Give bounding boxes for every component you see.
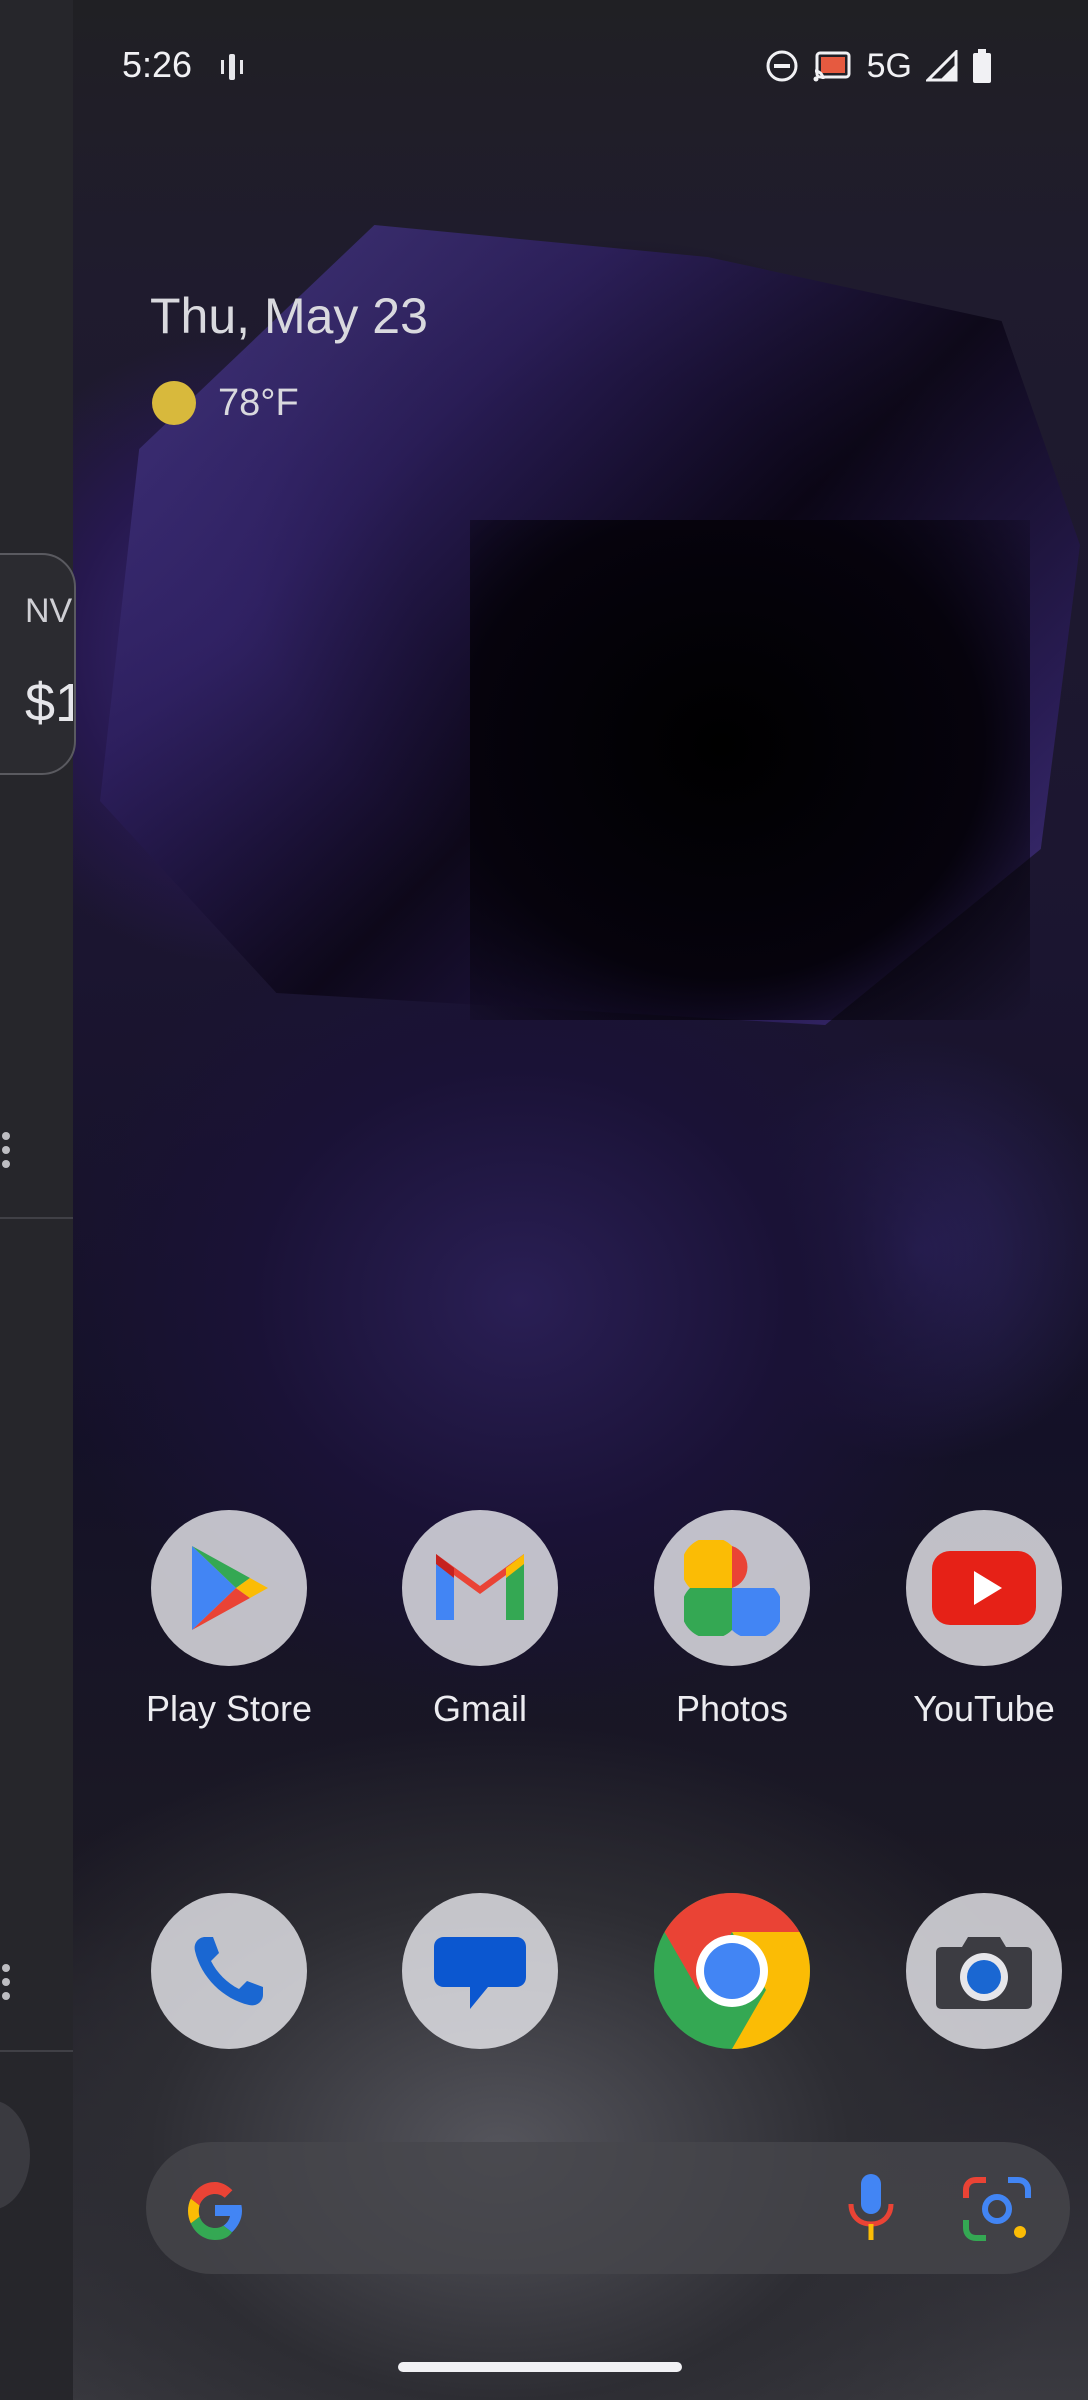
status-time: 5:26 bbox=[122, 44, 193, 85]
divider bbox=[0, 1217, 73, 1219]
network-type: 5G bbox=[866, 46, 912, 85]
app-label: Photos bbox=[675, 1688, 789, 1729]
vibrate-icon bbox=[221, 54, 243, 80]
sun-icon bbox=[152, 381, 196, 425]
cast-icon bbox=[813, 51, 851, 82]
stock-ticker: NV bbox=[25, 592, 73, 630]
weather-widget[interactable]: 78°F bbox=[152, 378, 299, 428]
app-gmail[interactable]: Gmail bbox=[390, 1510, 570, 1730]
google-g-icon[interactable] bbox=[180, 2176, 250, 2246]
wallpaper-shadow bbox=[470, 520, 1030, 1020]
app-label: YouTube bbox=[913, 1688, 1055, 1729]
app-youtube[interactable]: YouTube bbox=[894, 1510, 1074, 1730]
more-options-icon[interactable] bbox=[0, 1130, 14, 1170]
app-chrome[interactable] bbox=[642, 1893, 822, 2049]
lens-icon[interactable] bbox=[962, 2176, 1032, 2242]
google-search-bar[interactable] bbox=[146, 2142, 1070, 2274]
app-label: Gmail bbox=[432, 1688, 527, 1729]
stock-price: $1 bbox=[25, 673, 73, 733]
status-icons: 5G bbox=[765, 46, 992, 86]
phone-icon bbox=[194, 1937, 263, 2006]
app-phone[interactable] bbox=[139, 1893, 319, 2049]
app-play-store[interactable]: Play Store bbox=[139, 1510, 319, 1730]
temperature: 78°F bbox=[218, 381, 299, 424]
camera-icon bbox=[936, 1937, 1032, 2009]
do-not-disturb-icon bbox=[766, 50, 798, 82]
signal-icon bbox=[926, 50, 958, 82]
more-options-icon[interactable] bbox=[0, 1962, 14, 2002]
app-label: Play Store bbox=[145, 1688, 313, 1729]
stock-card-content: NV $1 bbox=[0, 560, 73, 770]
play-store-icon bbox=[192, 1546, 268, 1630]
photos-icon bbox=[684, 1540, 780, 1636]
left-feed-panel[interactable]: NV $1 bbox=[0, 0, 76, 2400]
panel-button[interactable] bbox=[0, 2100, 30, 2210]
app-photos[interactable]: Photos bbox=[642, 1510, 822, 1730]
chrome-icon bbox=[654, 1893, 810, 2049]
divider bbox=[0, 2050, 73, 2052]
messages-icon bbox=[434, 1937, 526, 2009]
gmail-icon bbox=[436, 1554, 524, 1620]
app-messages[interactable] bbox=[390, 1893, 570, 2049]
status-bar: 5:26 5G bbox=[0, 0, 1088, 134]
battery-icon bbox=[973, 49, 991, 83]
youtube-icon bbox=[932, 1551, 1036, 1625]
microphone-icon[interactable] bbox=[845, 2172, 897, 2244]
date-widget[interactable]: Thu, May 23 bbox=[150, 287, 428, 345]
navigation-handle[interactable] bbox=[398, 2362, 682, 2372]
app-camera[interactable] bbox=[894, 1893, 1074, 2049]
